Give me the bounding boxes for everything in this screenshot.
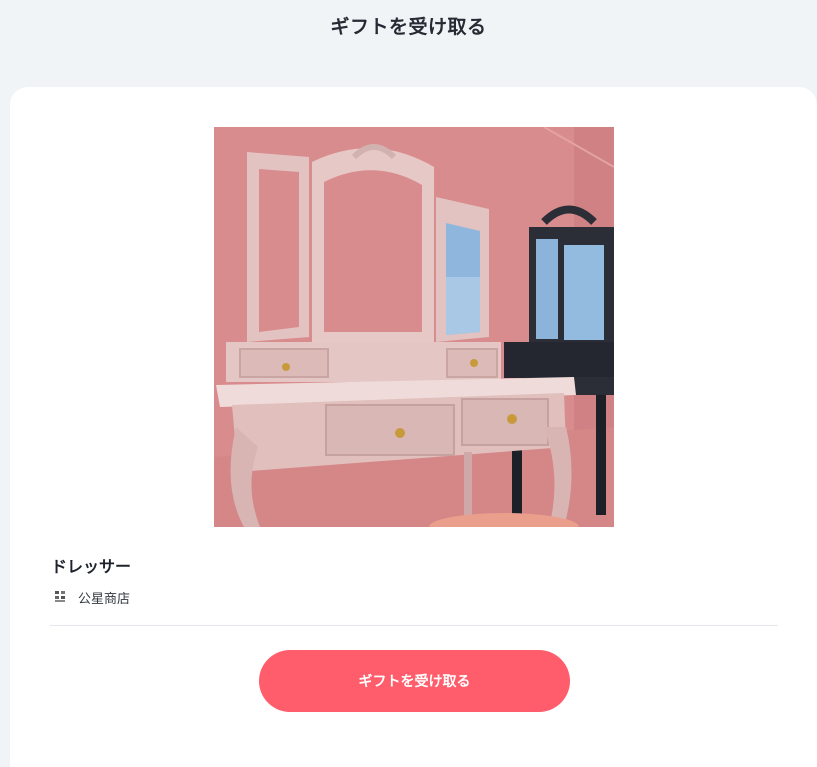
product-name: ドレッサー — [51, 557, 132, 576]
gift-card: ドレッサー 公星商店 ギフトを受け取る — [10, 87, 817, 767]
product-image — [214, 127, 614, 527]
receive-gift-button[interactable]: ギフトを受け取る — [259, 650, 570, 712]
page-title: ギフトを受け取る — [330, 16, 487, 38]
shop-name[interactable]: 公星商店 — [78, 588, 130, 607]
shop-info[interactable]: 公星商店 — [54, 587, 130, 607]
shop-seal-icon — [54, 590, 66, 604]
page-header: ギフトを受け取る — [0, 0, 817, 50]
divider — [50, 625, 778, 626]
